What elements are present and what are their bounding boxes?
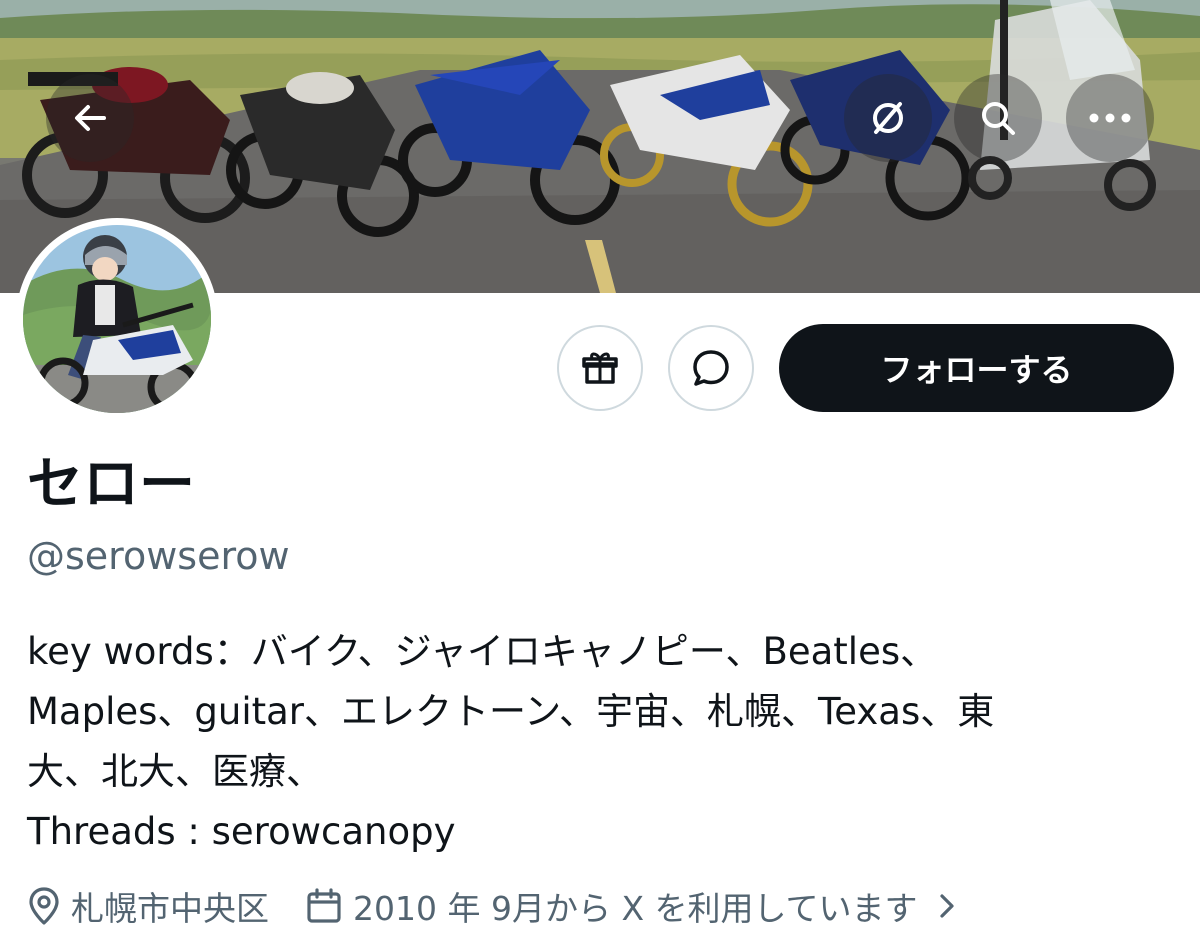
chevron-right-icon <box>939 894 954 918</box>
translate-button[interactable] <box>844 74 932 162</box>
search-icon <box>982 102 1015 135</box>
joined-date-text: 2010 年 9月から X を利用しています <box>353 889 918 928</box>
arrow-left-icon <box>75 105 106 131</box>
gift-button[interactable] <box>557 325 643 411</box>
more-button[interactable] <box>1066 74 1154 162</box>
avatar-image <box>23 225 211 413</box>
avatar[interactable] <box>16 218 218 420</box>
message-button[interactable] <box>668 325 754 411</box>
profile-bio: key words：バイク、ジャイロキャノピー、Beatles、 Maples、… <box>27 622 1177 862</box>
user-handle: @serowserow <box>27 534 290 578</box>
location-pin-icon <box>29 887 59 925</box>
search-button[interactable] <box>954 74 1042 162</box>
back-button[interactable] <box>46 74 134 162</box>
joined-item[interactable]: 2010 年 9月から X を利用しています <box>305 882 962 930</box>
more-horizontal-icon <box>1089 113 1131 123</box>
profile-page: フォローする セロー @serowserow key words：バイク、ジャイ… <box>0 0 1200 943</box>
bio-line: key words：バイク、ジャイロキャノピー、Beatles、 <box>27 630 938 673</box>
bio-line: Threads : serowcanopy <box>27 810 456 853</box>
location-item: 札幌市中央区 <box>27 882 269 930</box>
profile-meta: 札幌市中央区 2010 年 9月から X を利用しています <box>27 878 962 934</box>
bio-line: 大、北大、医療、 <box>27 750 323 793</box>
message-bubble-icon <box>693 350 729 386</box>
location-text: 札幌市中央区 <box>71 889 269 928</box>
calendar-icon <box>307 888 341 923</box>
gift-icon <box>582 352 618 384</box>
display-name: セロー <box>27 452 195 517</box>
bio-line: Maples、guitar、エレクトーン、宇宙、札幌、Texas、東 <box>27 690 995 733</box>
translate-icon <box>873 102 903 134</box>
follow-button[interactable]: フォローする <box>779 324 1174 412</box>
